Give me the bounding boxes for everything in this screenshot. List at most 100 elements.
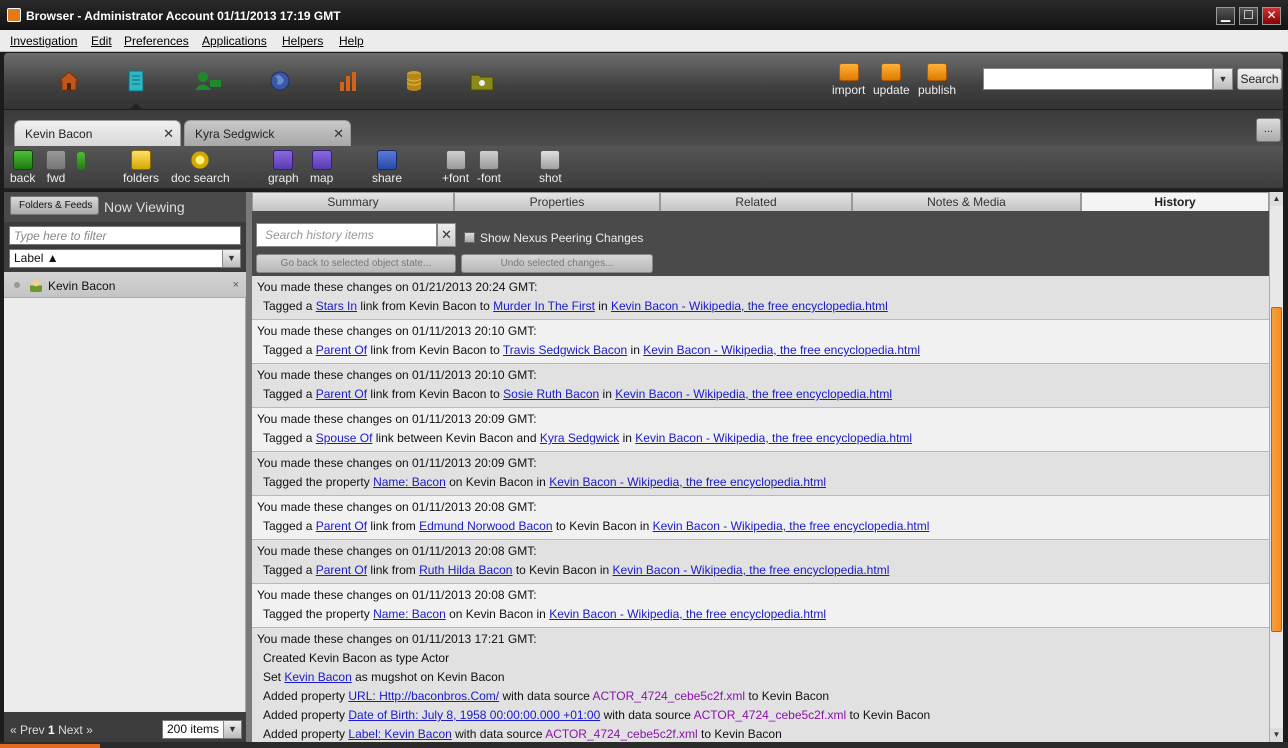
nexus-peering-checkbox[interactable]	[464, 232, 475, 243]
history-link[interactable]: Spouse Of	[316, 431, 373, 445]
folders-button[interactable]: folders	[123, 150, 159, 185]
history-entry[interactable]: You made these changes on 01/11/2013 20:…	[252, 496, 1269, 540]
map-button[interactable]: map	[310, 150, 333, 185]
history-link[interactable]: Stars In	[316, 299, 357, 313]
maximize-button[interactable]: ☐	[1239, 7, 1258, 25]
history-link[interactable]: Kevin Bacon - Wikipedia, the free encycl…	[549, 475, 826, 489]
filter-input[interactable]	[9, 226, 241, 245]
history-entry[interactable]: You made these changes on 01/11/2013 20:…	[252, 320, 1269, 364]
data-source-label: ACTOR_4724_cebe5c2f.xml	[545, 727, 698, 741]
menu-helpers[interactable]: Helpers	[282, 34, 323, 48]
history-toolbar: ✕ Show Nexus Peering Changes Go back to …	[252, 211, 1269, 276]
history-entry[interactable]: You made these changes on 01/11/2013 20:…	[252, 364, 1269, 408]
history-link[interactable]: Kevin Bacon - Wikipedia, the free encycl…	[613, 563, 890, 577]
menu-bar: Investigation Edit Preferences Applicati…	[0, 30, 1288, 52]
history-link[interactable]: Parent Of	[316, 387, 367, 401]
tab-properties[interactable]: Properties	[454, 192, 660, 211]
history-link[interactable]: URL: Http://baconbros.Com/	[348, 689, 499, 703]
globe-icon[interactable]	[267, 69, 293, 93]
menu-help[interactable]: Help	[339, 34, 364, 48]
history-link[interactable]: Kevin Bacon - Wikipedia, the free encycl…	[615, 387, 892, 401]
search-button[interactable]: Search	[1237, 68, 1282, 90]
list-item[interactable]: Kevin Bacon ×	[4, 272, 246, 298]
page-size-select[interactable]: 200 items ▼	[162, 720, 242, 739]
history-link[interactable]: Ruth Hilda Bacon	[419, 563, 512, 577]
back-button[interactable]: back	[10, 150, 35, 185]
history-link[interactable]: Name: Bacon	[373, 607, 446, 621]
history-dropdown-button[interactable]	[77, 152, 85, 171]
history-entry[interactable]: You made these changes on 01/11/2013 17:…	[252, 628, 1269, 742]
history-text: to Kevin Bacon	[745, 689, 830, 703]
prev-page-link[interactable]: « Prev	[10, 723, 45, 737]
history-entry[interactable]: You made these changes on 01/21/2013 20:…	[252, 276, 1269, 320]
history-link[interactable]: Parent Of	[316, 343, 367, 357]
menu-edit[interactable]: Edit	[91, 34, 112, 48]
history-link[interactable]: Kevin Bacon - Wikipedia, the free encycl…	[611, 299, 888, 313]
graph-button[interactable]: graph	[268, 150, 299, 185]
scroll-up-icon[interactable]: ▲	[1270, 192, 1283, 206]
history-entry[interactable]: You made these changes on 01/11/2013 20:…	[252, 540, 1269, 584]
remove-item-icon[interactable]: ×	[233, 279, 239, 291]
tabs-more-button[interactable]: ...	[1256, 118, 1281, 142]
tab-notes-media[interactable]: Notes & Media	[852, 192, 1081, 211]
chart-icon[interactable]	[336, 69, 362, 93]
close-tab-icon[interactable]: ✕	[163, 126, 174, 142]
history-link[interactable]: Name: Bacon	[373, 475, 446, 489]
update-button[interactable]: update	[873, 63, 910, 97]
tab-summary[interactable]: Summary	[252, 192, 454, 211]
increase-font-button[interactable]: +font	[442, 150, 469, 185]
history-entry-header: You made these changes on 01/11/2013 17:…	[257, 632, 537, 646]
history-entry[interactable]: You made these changes on 01/11/2013 20:…	[252, 584, 1269, 628]
forward-button[interactable]: fwd	[46, 150, 66, 185]
tab-history[interactable]: History	[1081, 192, 1269, 212]
go-back-state-button[interactable]: Go back to selected object state...	[256, 254, 456, 273]
menu-investigation[interactable]: Investigation	[10, 34, 77, 48]
history-link[interactable]: Date of Birth: July 8, 1958 00:00:00.000…	[348, 708, 600, 722]
history-entry[interactable]: You made these changes on 01/11/2013 20:…	[252, 452, 1269, 496]
home-icon[interactable]	[56, 69, 82, 93]
history-link[interactable]: Label: Kevin Bacon	[348, 727, 451, 741]
next-page-link[interactable]: Next »	[58, 723, 93, 737]
decrease-font-button[interactable]: -font	[477, 150, 501, 185]
history-link[interactable]: Edmund Norwood Bacon	[419, 519, 552, 533]
scroll-down-icon[interactable]: ▼	[1270, 728, 1283, 742]
history-link[interactable]: Kevin Bacon - Wikipedia, the free encycl…	[549, 607, 826, 621]
history-link[interactable]: Parent Of	[316, 519, 367, 533]
history-link[interactable]: Kevin Bacon	[284, 670, 351, 684]
screenshot-button[interactable]: shot	[539, 150, 562, 185]
history-link[interactable]: Parent Of	[316, 563, 367, 577]
sort-select[interactable]: Label ▲ ▼	[9, 249, 241, 268]
minimize-button[interactable]: ▁	[1216, 7, 1235, 25]
search-dropdown-button[interactable]: ▼	[1213, 68, 1233, 90]
scrollbar-thumb[interactable]	[1271, 307, 1282, 632]
history-link[interactable]: Kevin Bacon - Wikipedia, the free encycl…	[635, 431, 912, 445]
history-entry[interactable]: You made these changes on 01/11/2013 20:…	[252, 408, 1269, 452]
document-icon[interactable]	[123, 69, 149, 111]
undo-changes-button[interactable]: Undo selected changes...	[461, 254, 653, 273]
close-window-button[interactable]: ✕	[1262, 7, 1281, 25]
history-link[interactable]: Kevin Bacon - Wikipedia, the free encycl…	[643, 343, 920, 357]
import-button[interactable]: import	[832, 63, 865, 97]
history-link[interactable]: Sosie Ruth Bacon	[503, 387, 599, 401]
history-link[interactable]: Kyra Sedgwick	[540, 431, 619, 445]
menu-applications[interactable]: Applications	[202, 34, 267, 48]
publish-button[interactable]: publish	[918, 63, 956, 97]
clear-search-icon[interactable]: ✕	[437, 223, 456, 247]
history-link[interactable]: Travis Sedgwick Bacon	[503, 343, 627, 357]
database-icon[interactable]	[401, 69, 427, 93]
tab-related[interactable]: Related	[660, 192, 852, 211]
global-search-input[interactable]	[983, 68, 1213, 90]
share-button[interactable]: share	[372, 150, 402, 185]
folders-feeds-button[interactable]: Folders & Feeds	[10, 196, 100, 215]
history-search-input[interactable]	[256, 223, 437, 247]
tab-kyra-sedgwick[interactable]: Kyra Sedgwick ✕	[184, 120, 351, 146]
tab-kevin-bacon[interactable]: Kevin Bacon ✕	[14, 120, 181, 146]
history-link[interactable]: Murder In The First	[493, 299, 595, 313]
close-tab-icon[interactable]: ✕	[333, 126, 344, 142]
menu-preferences[interactable]: Preferences	[124, 34, 189, 48]
folder-icon[interactable]	[469, 69, 495, 93]
contact-icon[interactable]	[193, 69, 221, 93]
history-link[interactable]: Kevin Bacon - Wikipedia, the free encycl…	[653, 519, 930, 533]
vertical-scrollbar[interactable]: ▲ ▼	[1269, 192, 1283, 742]
doc-search-button[interactable]: doc search	[171, 150, 230, 185]
